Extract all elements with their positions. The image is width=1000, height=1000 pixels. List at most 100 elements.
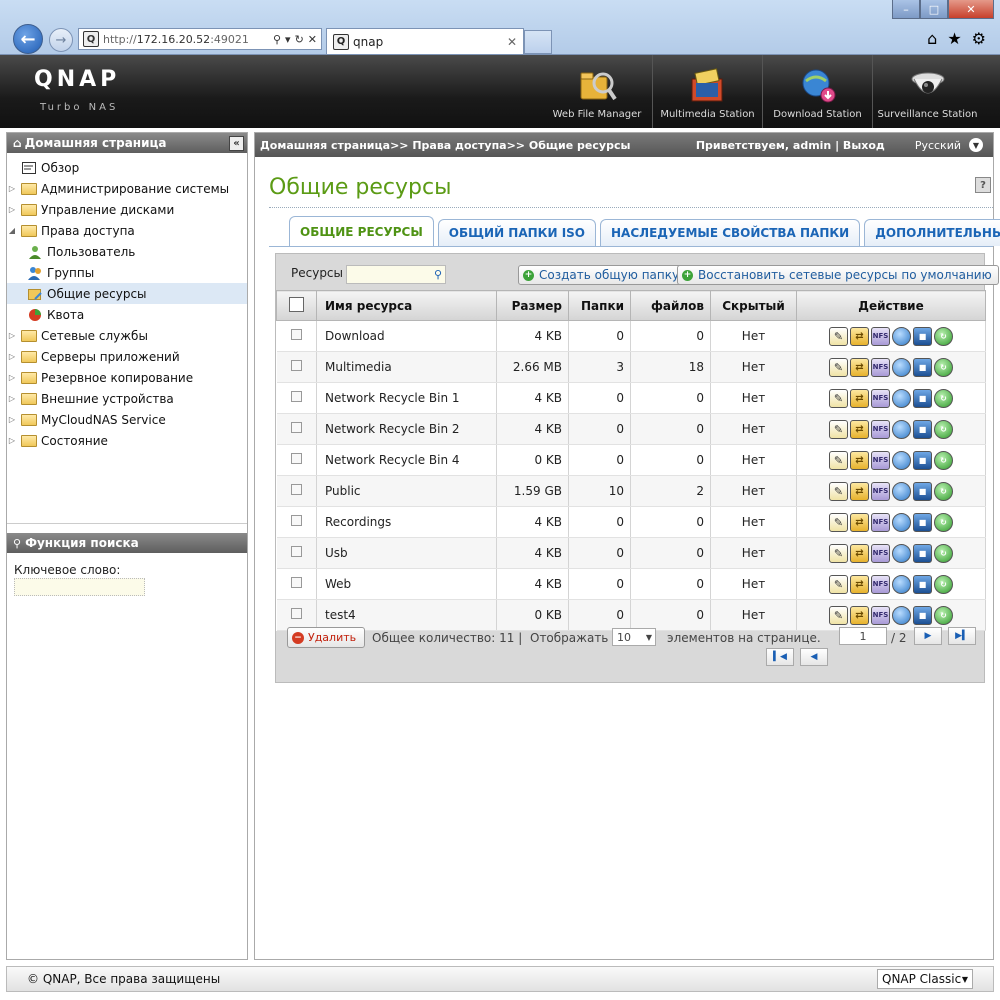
web-icon[interactable] — [892, 450, 911, 470]
nfs-icon[interactable]: NFS — [871, 574, 890, 594]
sidebar-item-overview[interactable]: Обзор — [7, 157, 247, 178]
edit-icon[interactable]: ✎ — [829, 450, 848, 470]
create-share-button[interactable]: + Создать общую папку — [518, 265, 687, 285]
table-row[interactable]: Network Recycle Bin 40 KB 0 0 Нет ✎ ⇄ NFS ■ ↻ — [276, 444, 986, 476]
edit-icon[interactable]: ✎ — [829, 481, 848, 501]
expand-icon[interactable]: ▷ — [7, 436, 17, 445]
next-page-button[interactable]: ▶ — [914, 627, 942, 645]
search-icon[interactable]: ⚲ — [273, 33, 281, 46]
table-row[interactable]: Multimedia 2.66 MB 3 18 Нет ✎ ⇄ NFS ■ ↻ — [276, 351, 986, 383]
refresh-icon[interactable]: ↻ — [934, 450, 953, 470]
delete-button[interactable]: − Удалить — [287, 627, 366, 648]
row-checkbox[interactable] — [290, 360, 302, 371]
maximize-icon[interactable]: □ — [920, 0, 948, 19]
sidebar-item-status[interactable]: ▷ Состояние — [7, 430, 247, 451]
sidebar-item-system-admin[interactable]: ▷ Администрирование системы — [7, 178, 247, 199]
welcome-logout[interactable]: Приветствуем, admin | Выход — [696, 139, 885, 152]
collapse-sidebar-icon[interactable]: « — [229, 135, 244, 151]
expand-icon[interactable]: ▷ — [7, 184, 17, 193]
monitor-icon[interactable]: ■ — [913, 326, 932, 346]
row-checkbox[interactable] — [290, 515, 302, 526]
sidebar-item-user[interactable]: Пользователь — [7, 241, 247, 262]
sidebar-item-disk-management[interactable]: ▷ Управление дисками — [7, 199, 247, 220]
row-checkbox[interactable] — [290, 453, 302, 464]
nfs-icon[interactable]: NFS — [871, 481, 890, 501]
row-checkbox[interactable] — [290, 546, 302, 557]
sidebar-item-shares[interactable]: Общие ресурсы — [7, 283, 247, 304]
web-icon[interactable] — [892, 326, 911, 346]
expand-icon[interactable]: ▷ — [7, 415, 17, 424]
tab-iso-shares[interactable]: ОБЩИЙ ПАПКИ ISO — [437, 219, 596, 246]
sidebar-item-groups[interactable]: Группы — [7, 262, 247, 283]
table-row[interactable]: Public 1.59 GB 10 2 Нет ✎ ⇄ NFS ■ ↻ — [276, 475, 986, 507]
app-multimedia-station[interactable]: Multimedia Station — [652, 55, 762, 128]
new-tab-button[interactable] — [524, 30, 552, 54]
tab-advanced[interactable]: ДОПОЛНИТЕЛЬНЫЕ НАСТ — [864, 219, 1000, 246]
monitor-icon[interactable]: ■ — [913, 543, 932, 563]
nfs-icon[interactable]: NFS — [871, 419, 890, 439]
permissions-icon[interactable]: ⇄ — [850, 388, 869, 408]
refresh-icon[interactable]: ↻ — [934, 512, 953, 532]
permissions-icon[interactable]: ⇄ — [850, 512, 869, 532]
sidebar-item-external-devices[interactable]: ▷ Внешние устройства — [7, 388, 247, 409]
sidebar-item-quota[interactable]: Квота — [7, 304, 247, 325]
permissions-icon[interactable]: ⇄ — [850, 357, 869, 377]
refresh-icon[interactable]: ↻ — [295, 33, 304, 46]
forward-button[interactable]: → — [49, 28, 73, 52]
stop-icon[interactable]: ✕ — [308, 33, 317, 46]
monitor-icon[interactable]: ■ — [913, 419, 932, 439]
web-icon[interactable] — [892, 357, 911, 377]
monitor-icon[interactable]: ■ — [913, 388, 932, 408]
breadcrumb[interactable]: Домашняя страница>> Права доступа>> Общи… — [260, 139, 630, 152]
app-surveillance-station[interactable]: Surveillance Station — [872, 55, 982, 128]
page-number-input[interactable]: 1 — [839, 627, 887, 645]
star-icon[interactable]: ★ — [947, 29, 961, 48]
table-row[interactable]: Network Recycle Bin 14 KB 0 0 Нет ✎ ⇄ NFS ■ ↻ — [276, 382, 986, 414]
refresh-icon[interactable]: ↻ — [934, 574, 953, 594]
dropdown-icon[interactable]: ▾ — [285, 33, 291, 46]
close-icon[interactable]: ✕ — [948, 0, 994, 19]
nfs-icon[interactable]: NFS — [871, 543, 890, 563]
col-size[interactable]: Размер — [496, 290, 569, 321]
row-checkbox[interactable] — [290, 329, 302, 340]
row-checkbox[interactable] — [290, 484, 302, 495]
nfs-icon[interactable]: NFS — [871, 357, 890, 377]
sidebar-item-app-servers[interactable]: ▷ Серверы приложений — [7, 346, 247, 367]
last-page-button[interactable]: ▶▍ — [948, 627, 976, 645]
sidebar-item-access-rights[interactable]: ◢ Права доступа — [7, 220, 247, 241]
table-row[interactable]: Usb 4 KB 0 0 Нет ✎ ⇄ NFS ■ ↻ — [276, 537, 986, 569]
app-web-file-manager[interactable]: Web File Manager — [542, 55, 652, 128]
tab-folder-inheritance[interactable]: НАСЛЕДУЕМЫЕ СВОЙСТВА ПАПКИ — [600, 219, 861, 246]
row-checkbox[interactable] — [290, 391, 302, 402]
sidebar-item-mycloudnas[interactable]: ▷ MyCloudNAS Service — [7, 409, 247, 430]
refresh-icon[interactable]: ↻ — [934, 543, 953, 563]
expand-icon[interactable]: ▷ — [7, 205, 17, 214]
col-hidden[interactable]: Скрытый — [710, 290, 797, 321]
monitor-icon[interactable]: ■ — [913, 481, 932, 501]
expand-icon[interactable]: ▷ — [7, 352, 17, 361]
resources-search-input[interactable]: ⚲ — [346, 265, 446, 284]
web-icon[interactable] — [892, 512, 911, 532]
table-row[interactable]: Recordings 4 KB 0 0 Нет ✎ ⇄ NFS ■ ↻ — [276, 506, 986, 538]
row-checkbox[interactable] — [290, 577, 302, 588]
chevron-down-icon[interactable]: ▼ — [969, 138, 983, 152]
search-icon[interactable]: ⚲ — [434, 268, 442, 281]
sidebar-item-backup[interactable]: ▷ Резервное копирование — [7, 367, 247, 388]
app-download-station[interactable]: Download Station — [762, 55, 872, 128]
refresh-icon[interactable]: ↻ — [934, 388, 953, 408]
back-button[interactable]: ← — [13, 24, 43, 54]
prev-page-button[interactable]: ◀ — [800, 648, 828, 666]
edit-icon[interactable]: ✎ — [829, 574, 848, 594]
nfs-icon[interactable]: NFS — [871, 326, 890, 346]
browser-tab[interactable]: Q qnap ✕ — [326, 28, 524, 54]
edit-icon[interactable]: ✎ — [829, 357, 848, 377]
address-bar[interactable]: Q http://172.16.20.52:49021 ⚲ ▾ ↻ ✕ — [78, 28, 322, 50]
web-icon[interactable] — [892, 388, 911, 408]
expand-icon[interactable]: ▷ — [7, 373, 17, 382]
refresh-icon[interactable]: ↻ — [934, 326, 953, 346]
gear-icon[interactable]: ⚙ — [972, 29, 986, 48]
home-icon[interactable]: ⌂ — [927, 29, 937, 48]
col-folders[interactable]: Папки — [568, 290, 631, 321]
per-page-select[interactable]: 10 ▼ — [612, 628, 656, 646]
expand-icon[interactable]: ▷ — [7, 331, 17, 340]
